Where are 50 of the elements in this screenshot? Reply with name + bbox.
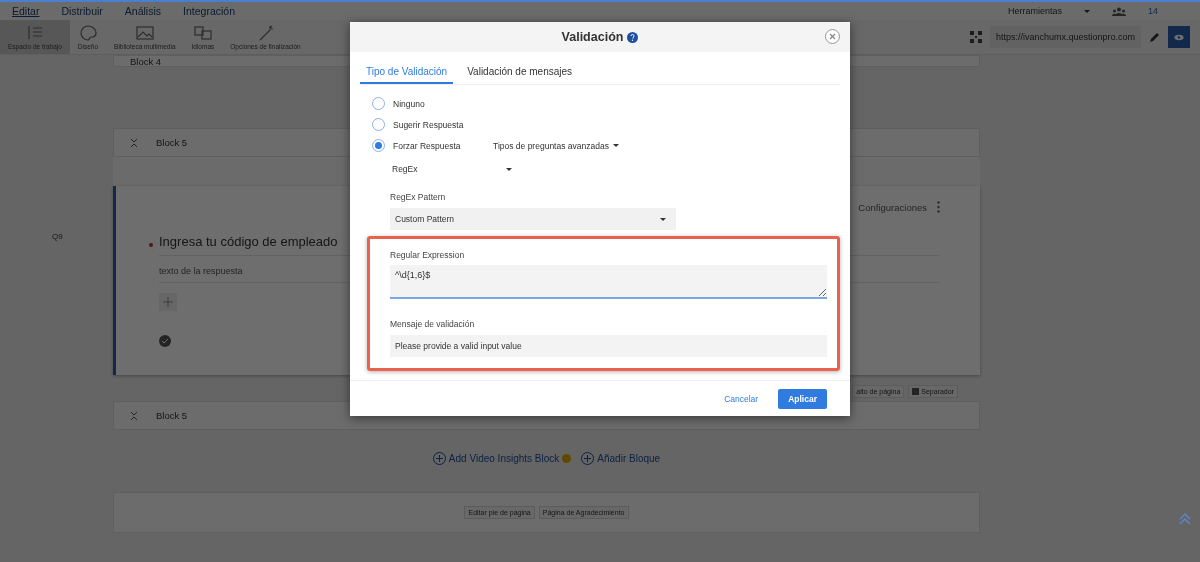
message-field[interactable]: Please provide a valid input value — [390, 335, 827, 357]
block-title: Block 5 — [156, 410, 188, 421]
radio-label: Forzar Respuesta — [393, 140, 462, 151]
preview-button[interactable] — [1168, 26, 1190, 48]
more-icon[interactable] — [937, 201, 940, 213]
menu-item[interactable]: Editar — [12, 5, 40, 17]
pencil-icon — [1149, 31, 1160, 43]
palette-icon — [77, 24, 98, 41]
field-label: RegEx Pattern — [390, 192, 447, 202]
tab[interactable]: Validación de mensajes — [461, 62, 579, 84]
dialog-title: Validación — [561, 30, 624, 44]
menu-item[interactable]: Integración — [183, 5, 235, 17]
pattern-select[interactable]: Custom Pattern — [390, 208, 676, 230]
caret-icon — [1084, 9, 1090, 13]
block-title: Block 4 — [130, 55, 162, 67]
image-icon — [134, 24, 155, 41]
add-link[interactable]: Añadir Bloque — [581, 451, 661, 465]
field-label: Mensaje de validación — [390, 319, 476, 329]
qr-code-icon — [969, 31, 982, 43]
collaborator-count: 14 — [1148, 6, 1158, 16]
tools-menu[interactable]: Herramientas — [1007, 6, 1062, 16]
collapse-icon — [130, 410, 138, 421]
radio-label: Sugerir Respuesta — [393, 119, 465, 130]
advanced-types-dropdown[interactable]: Tipos de preguntas avanzadas — [493, 140, 619, 151]
regex-field[interactable]: ^\d{1,6}$ — [390, 265, 827, 299]
menu-item[interactable]: Distribuir — [61, 5, 103, 17]
add-link[interactable]: Add Video Insights Block — [432, 451, 572, 465]
tab[interactable]: Tipo de Validación — [360, 62, 454, 84]
plus-circle-icon — [432, 451, 446, 465]
plus-icon — [163, 297, 173, 307]
people-icon — [1112, 6, 1126, 16]
menu-item[interactable]: Análisis — [124, 5, 162, 17]
scroll-top-button[interactable] — [1178, 512, 1192, 526]
language-icon — [192, 24, 213, 41]
check-badge-icon — [159, 335, 171, 347]
type-select[interactable]: RegEx — [390, 160, 514, 178]
settings-link[interactable]: Configuraciones — [858, 201, 927, 213]
radio-label: Ninguno — [393, 98, 426, 109]
close-button[interactable] — [825, 29, 840, 44]
apply-button[interactable]: Aplicar — [778, 388, 827, 409]
plus-circle-icon — [581, 451, 595, 465]
help-icon — [627, 31, 639, 43]
eye-icon — [1174, 33, 1184, 41]
close-icon — [829, 33, 836, 40]
survey-url-field[interactable]: https://ivanchumx.questionpro.com — [989, 26, 1141, 48]
cancel-button[interactable]: Cancelar — [718, 392, 765, 405]
badge-icon — [562, 453, 572, 463]
collapse-icon — [130, 137, 138, 148]
question-number: Q9 — [52, 232, 64, 241]
block-title: Block 5 — [156, 137, 188, 148]
